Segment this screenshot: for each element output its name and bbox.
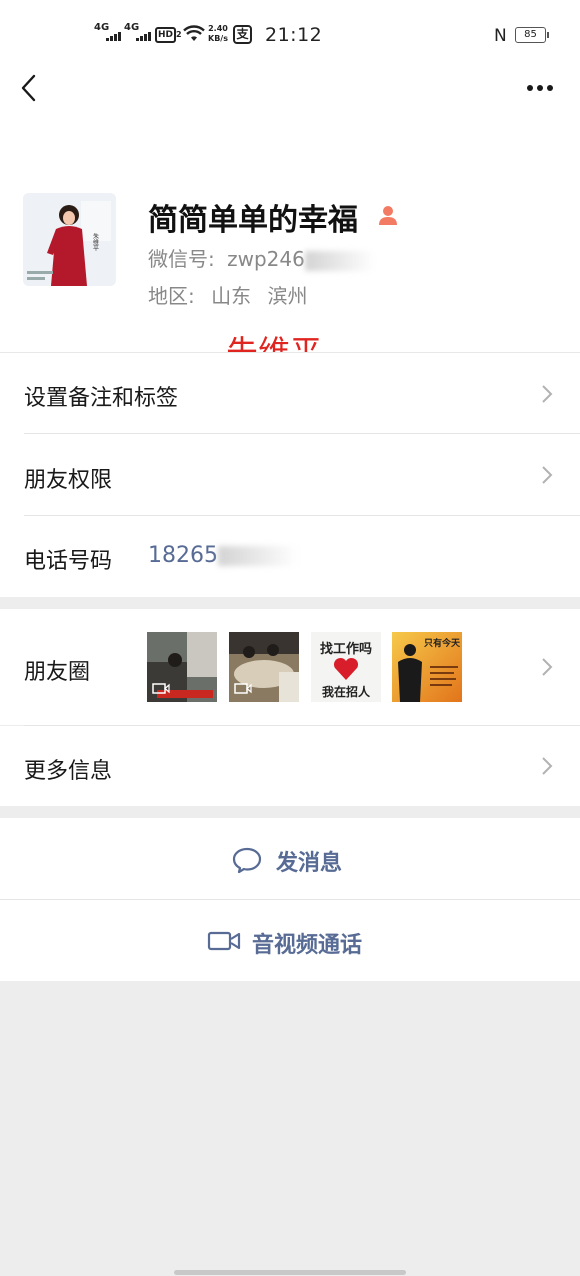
video-call-button[interactable]: 音视频通话 bbox=[0, 900, 580, 981]
remarks-tags-label: 设置备注和标签 bbox=[24, 386, 179, 411]
friend-permissions-row[interactable]: 朋友权限 bbox=[0, 434, 580, 515]
avatar-photo: 朱维平 bbox=[23, 193, 116, 286]
redaction-blur bbox=[304, 250, 375, 271]
status-bar: 4G 4G HD 2 2.40 KB/s 支 21:12 N 85 bbox=[0, 18, 580, 54]
region-label: 地区: bbox=[148, 284, 195, 308]
wechat-id-label: 微信号: bbox=[148, 247, 215, 271]
heart-icon bbox=[333, 657, 359, 680]
friend-permissions-label: 朋友权限 bbox=[24, 468, 113, 493]
section-gap bbox=[0, 597, 580, 609]
video-thumbnail bbox=[229, 632, 299, 702]
region: 地区: 山东 滨州 bbox=[148, 280, 317, 309]
phone-row[interactable]: 电话号码 18265 bbox=[0, 516, 580, 597]
thumb-text-bottom: 我在招人 bbox=[321, 685, 370, 699]
thumb-caption: 只有今天 bbox=[424, 639, 461, 649]
hd-voice-indicator: HD 2 bbox=[155, 27, 182, 43]
speed-value: 2.40 bbox=[208, 24, 228, 33]
back-button[interactable] bbox=[14, 72, 46, 104]
more-info-row[interactable]: 更多信息 bbox=[0, 726, 580, 806]
moments-label: 朋友圈 bbox=[24, 660, 91, 685]
moments-thumb-1[interactable] bbox=[147, 632, 217, 702]
wechat-id-value: zwp246 bbox=[227, 247, 305, 271]
video-thumbnail bbox=[147, 632, 217, 702]
battery-icon: 85 bbox=[515, 27, 549, 43]
moments-thumb-4[interactable]: 只有今天 bbox=[392, 632, 462, 702]
speed-unit: KB/s bbox=[208, 34, 228, 43]
send-message-button[interactable]: 发消息 bbox=[0, 818, 580, 899]
cellular-signal-2: 4G bbox=[124, 18, 154, 41]
chat-bubble-icon bbox=[232, 847, 262, 874]
moments-thumb-3[interactable]: 找工作吗 我在招人 bbox=[311, 632, 381, 702]
nickname: 简简单单的幸福 bbox=[148, 203, 358, 238]
hd-icon: HD bbox=[155, 27, 177, 43]
region-city: 滨州 bbox=[267, 284, 308, 308]
nfc-glyph: N bbox=[494, 26, 507, 46]
female-user-icon bbox=[376, 203, 400, 227]
hd-sub-label: 2 bbox=[176, 30, 182, 39]
phone-label: 电话号码 bbox=[24, 549, 113, 574]
phone-number: 18265 bbox=[148, 543, 218, 568]
avatar-name-tag: 朱维平 bbox=[92, 232, 99, 252]
video-call-label: 音视频通话 bbox=[252, 933, 363, 958]
cellular-signal-1: 4G bbox=[94, 18, 124, 41]
moments-thumb-2[interactable] bbox=[229, 632, 299, 702]
avatar[interactable]: 朱维平 bbox=[23, 193, 116, 286]
alipay-icon: 支 bbox=[233, 25, 252, 44]
network-speed: 2.40 KB/s bbox=[208, 24, 228, 44]
chevron-right-icon bbox=[542, 466, 553, 484]
section-gap bbox=[0, 806, 580, 818]
signal-bars-icon bbox=[136, 28, 152, 41]
wifi-icon bbox=[183, 25, 205, 46]
redaction-blur bbox=[218, 546, 298, 566]
nfc-icon: N bbox=[494, 26, 507, 46]
remarks-tags-row[interactable]: 设置备注和标签 bbox=[0, 353, 580, 434]
wechat-id: 微信号: zwp246 bbox=[148, 243, 375, 272]
send-message-label: 发消息 bbox=[276, 851, 343, 876]
home-indicator[interactable] bbox=[174, 1270, 406, 1275]
thumb-text-top: 找工作吗 bbox=[319, 642, 372, 657]
signal-bars-icon bbox=[106, 28, 122, 41]
more-info-label: 更多信息 bbox=[24, 759, 113, 784]
video-camera-icon bbox=[207, 931, 241, 951]
more-button[interactable] bbox=[522, 76, 558, 100]
chevron-right-icon bbox=[542, 385, 553, 403]
chevron-left-icon bbox=[21, 74, 36, 102]
clock: 21:12 bbox=[265, 24, 323, 46]
alipay-glyph: 支 bbox=[236, 27, 249, 41]
more-horizontal-icon bbox=[527, 85, 553, 91]
phone-value[interactable]: 18265 bbox=[148, 543, 298, 568]
chevron-right-icon bbox=[542, 658, 553, 676]
chevron-right-icon bbox=[542, 757, 553, 775]
region-province: 山东 bbox=[211, 284, 252, 308]
